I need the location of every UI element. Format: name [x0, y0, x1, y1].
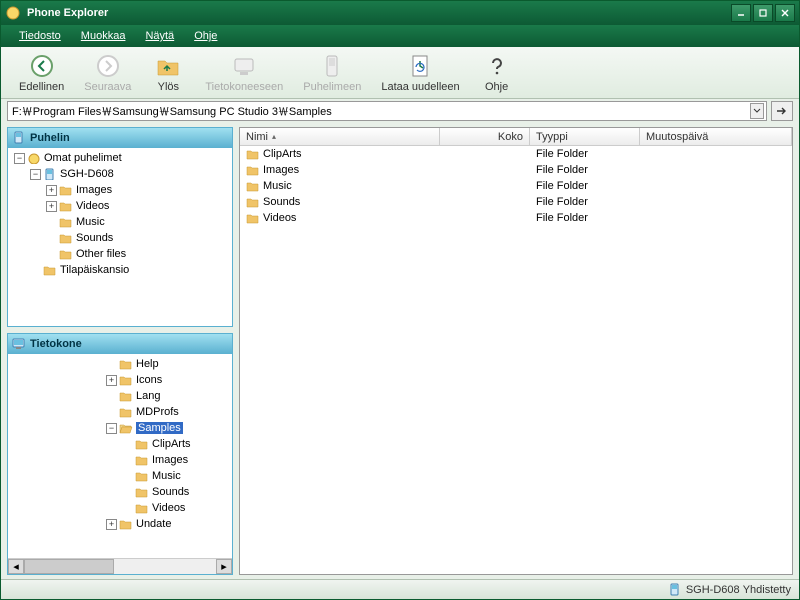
app-window: Phone Explorer Tiedosto Muokkaa Näytä Oh… — [0, 0, 800, 600]
computer-panel: Tietokone Help +Icons Lang MDProfs −Samp… — [7, 333, 233, 575]
phone-tree[interactable]: −Omat puhelimet −SGH-D608 +Images +Video… — [8, 148, 232, 326]
tree-item-sounds2[interactable]: Sounds — [10, 484, 230, 500]
reload-icon — [407, 53, 433, 79]
list-item[interactable]: ImagesFile Folder — [240, 162, 792, 178]
scroll-thumb[interactable] — [24, 559, 114, 574]
status-device: SGH-D608 — [686, 584, 740, 596]
tree-item-images2[interactable]: Images — [10, 452, 230, 468]
scroll-left-button[interactable]: ◂ — [8, 559, 24, 574]
folder-up-icon — [155, 53, 181, 79]
tree-item-device[interactable]: −SGH-D608 — [10, 166, 230, 182]
tree-item-music[interactable]: Music — [10, 214, 230, 230]
help-icon — [484, 53, 510, 79]
column-type[interactable]: Tyyppi — [530, 128, 640, 145]
tree-item-my-phones[interactable]: −Omat puhelimet — [10, 150, 230, 166]
phone-icon — [12, 131, 26, 145]
folder-icon — [246, 164, 260, 176]
to-phone-icon — [319, 53, 345, 79]
address-bar: F:￦Program Files￦Samsung￦Samsung PC Stud… — [1, 99, 799, 123]
expand-icon[interactable]: + — [46, 185, 57, 196]
collapse-icon[interactable]: − — [14, 153, 25, 164]
tree-item-help[interactable]: Help — [10, 356, 230, 372]
column-size[interactable]: Koko — [440, 128, 530, 145]
list-item[interactable]: ClipArtsFile Folder — [240, 146, 792, 162]
expand-icon[interactable]: + — [46, 201, 57, 212]
column-modified[interactable]: Muutospäivä — [640, 128, 792, 145]
horizontal-scrollbar[interactable]: ◂ ▸ — [8, 558, 232, 574]
app-icon — [5, 5, 21, 21]
go-button[interactable] — [771, 101, 793, 121]
tree-item-samples[interactable]: −Samples — [10, 420, 230, 436]
computer-icon — [12, 337, 26, 351]
file-list[interactable]: ClipArtsFile Folder ImagesFile Folder Mu… — [240, 146, 792, 574]
expand-icon[interactable]: + — [106, 519, 117, 530]
folder-icon — [246, 212, 260, 224]
to-computer-button[interactable]: Tietokoneeseen — [195, 51, 293, 95]
collapse-icon[interactable]: − — [30, 169, 41, 180]
computer-tree[interactable]: Help +Icons Lang MDProfs −Samples ClipAr… — [8, 354, 232, 558]
back-button[interactable]: Edellinen — [9, 51, 74, 95]
list-item[interactable]: MusicFile Folder — [240, 178, 792, 194]
forward-button[interactable]: Seuraava — [74, 51, 141, 95]
menu-bar: Tiedosto Muokkaa Näytä Ohje — [1, 25, 799, 47]
tree-item-icons[interactable]: +Icons — [10, 372, 230, 388]
arrow-right-icon — [95, 53, 121, 79]
phone-icon — [668, 583, 682, 597]
address-input[interactable]: F:￦Program Files￦Samsung￦Samsung PC Stud… — [7, 101, 767, 121]
maximize-button[interactable] — [753, 4, 773, 22]
to-computer-icon — [231, 53, 257, 79]
menu-view[interactable]: Näytä — [135, 28, 184, 44]
column-name[interactable]: Nimi — [240, 128, 440, 145]
address-dropdown[interactable] — [750, 103, 764, 119]
expand-icon[interactable]: + — [106, 375, 117, 386]
help-button[interactable]: Ohje — [470, 51, 524, 95]
reload-button[interactable]: Lataa uudelleen — [371, 51, 469, 95]
tree-item-videos2[interactable]: Videos — [10, 500, 230, 516]
tree-item-images[interactable]: +Images — [10, 182, 230, 198]
menu-edit[interactable]: Muokkaa — [71, 28, 136, 44]
phone-panel-header[interactable]: Puhelin — [8, 128, 232, 148]
left-column: Puhelin −Omat puhelimet −SGH-D608 +Image… — [7, 127, 233, 575]
menu-file[interactable]: Tiedosto — [9, 28, 71, 44]
status-state: Yhdistetty — [743, 584, 791, 596]
scroll-track[interactable] — [24, 559, 216, 574]
list-item[interactable]: VideosFile Folder — [240, 210, 792, 226]
column-headers: Nimi Koko Tyyppi Muutospäivä — [240, 128, 792, 146]
close-button[interactable] — [775, 4, 795, 22]
computer-panel-header[interactable]: Tietokone — [8, 334, 232, 354]
tree-item-update[interactable]: +Undate — [10, 516, 230, 532]
collapse-icon[interactable]: − — [106, 423, 117, 434]
menu-help[interactable]: Ohje — [184, 28, 227, 44]
minimize-button[interactable] — [731, 4, 751, 22]
toolbar: Edellinen Seuraava Ylös Tietokoneeseen P… — [1, 47, 799, 99]
folder-icon — [246, 180, 260, 192]
scroll-right-button[interactable]: ▸ — [216, 559, 232, 574]
tree-item-temp[interactable]: Tilapäiskansio — [10, 262, 230, 278]
status-bar: SGH-D608 Yhdistetty — [1, 579, 799, 599]
tree-item-other[interactable]: Other files — [10, 246, 230, 262]
tree-item-sounds[interactable]: Sounds — [10, 230, 230, 246]
content-area: Puhelin −Omat puhelimet −SGH-D608 +Image… — [1, 123, 799, 579]
tree-item-mdprofs[interactable]: MDProfs — [10, 404, 230, 420]
tree-item-music2[interactable]: Music — [10, 468, 230, 484]
up-button[interactable]: Ylös — [141, 51, 195, 95]
tree-item-videos[interactable]: +Videos — [10, 198, 230, 214]
file-list-panel: Nimi Koko Tyyppi Muutospäivä ClipArtsFil… — [239, 127, 793, 575]
phone-panel: Puhelin −Omat puhelimet −SGH-D608 +Image… — [7, 127, 233, 327]
tree-item-lang[interactable]: Lang — [10, 388, 230, 404]
list-item[interactable]: SoundsFile Folder — [240, 194, 792, 210]
to-phone-button[interactable]: Puhelimeen — [293, 51, 371, 95]
window-title: Phone Explorer — [27, 7, 731, 19]
title-bar[interactable]: Phone Explorer — [1, 1, 799, 25]
arrow-left-icon — [29, 53, 55, 79]
folder-icon — [246, 196, 260, 208]
tree-item-cliparts[interactable]: ClipArts — [10, 436, 230, 452]
folder-icon — [246, 148, 260, 160]
